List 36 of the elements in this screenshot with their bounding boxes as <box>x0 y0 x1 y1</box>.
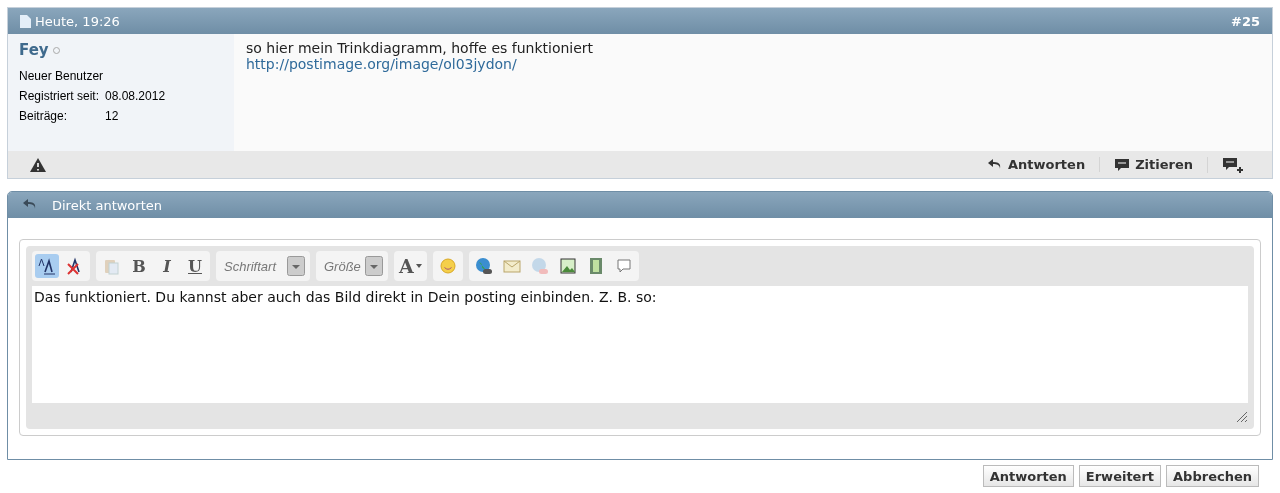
username[interactable]: Fey <box>19 41 49 59</box>
message-field[interactable]: Das funktioniert. Du kannst aber auch das Bild direkt in Dein posting einbinden. Z. B. so: <box>32 286 1248 403</box>
document-icon <box>20 14 31 28</box>
action-link[interactable]: Zitieren <box>1099 157 1207 172</box>
envelope-icon <box>502 257 521 275</box>
resize-grip-icon[interactable] <box>1234 409 1248 423</box>
form-button[interactable]: Erweitert <box>1078 465 1162 487</box>
field-label: Registriert seit: <box>19 89 101 103</box>
format-button[interactable]: B <box>127 254 151 278</box>
caret-icon <box>415 264 422 268</box>
field-value: 12 <box>105 109 119 123</box>
quote-bubble-icon <box>1114 157 1131 172</box>
post-date: Heute, 19:26 <box>35 13 120 29</box>
format-button[interactable]: I <box>155 254 179 278</box>
globe-icon <box>474 257 493 275</box>
warning-icon[interactable] <box>30 157 46 172</box>
format-button[interactable]: U <box>183 254 207 278</box>
form-button[interactable]: Antworten <box>982 465 1074 487</box>
panel-title: Direkt antworten <box>52 197 162 213</box>
user-title: Neuer Benutzer <box>19 69 105 83</box>
toolbar-button[interactable] <box>35 254 59 278</box>
caret-icon <box>287 256 305 276</box>
quote-plus-icon <box>1222 156 1244 173</box>
field-value: 08.08.2012 <box>105 89 166 103</box>
speech-bubble-icon <box>614 257 633 275</box>
globe-icon <box>530 257 549 275</box>
field-label: Beiträge: <box>19 109 69 123</box>
post-text: so hier mein Trinkdiagramm, hoffe es funktioniert <box>246 40 595 56</box>
action-link[interactable]: Antworten <box>972 157 1100 172</box>
font-color-button[interactable]: A <box>397 254 424 278</box>
image-icon <box>558 257 577 275</box>
caret-icon <box>365 256 383 276</box>
form-button[interactable]: Abbrechen <box>1166 465 1259 487</box>
clipboard-icon <box>102 257 120 275</box>
post-link[interactable]: http://postimage.org/image/ol03jydon/ <box>246 56 517 72</box>
smiley-icon <box>438 257 457 275</box>
